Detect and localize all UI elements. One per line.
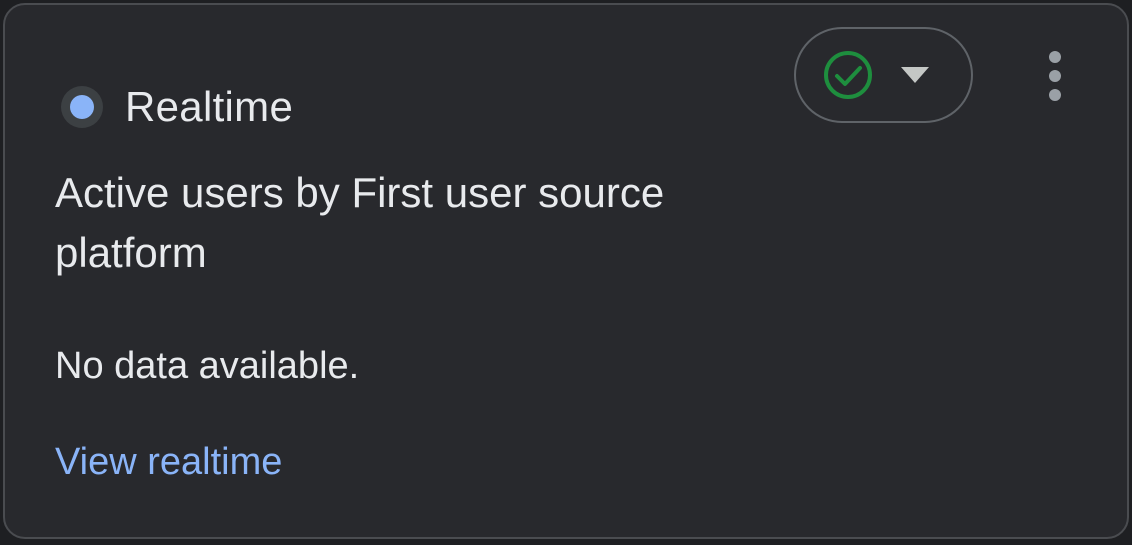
card-header: Realtime <box>61 81 293 133</box>
header-label: Realtime <box>125 83 294 130</box>
status-dropdown-button[interactable] <box>794 27 973 123</box>
realtime-dot <box>70 95 94 119</box>
check-circle-icon <box>824 51 872 99</box>
more-dot <box>1049 89 1061 101</box>
more-dot <box>1049 70 1061 82</box>
empty-state-message: No data available. <box>55 345 360 387</box>
realtime-card: Realtime Active users by First user sour… <box>3 3 1129 539</box>
caret-down-icon <box>901 67 929 83</box>
card-title: Active users by First user source platfo… <box>55 169 665 276</box>
more-vert-icon[interactable] <box>1035 47 1075 105</box>
realtime-dot-icon <box>61 86 103 128</box>
view-realtime-link[interactable]: View realtime <box>55 441 282 484</box>
more-dot <box>1049 51 1061 63</box>
